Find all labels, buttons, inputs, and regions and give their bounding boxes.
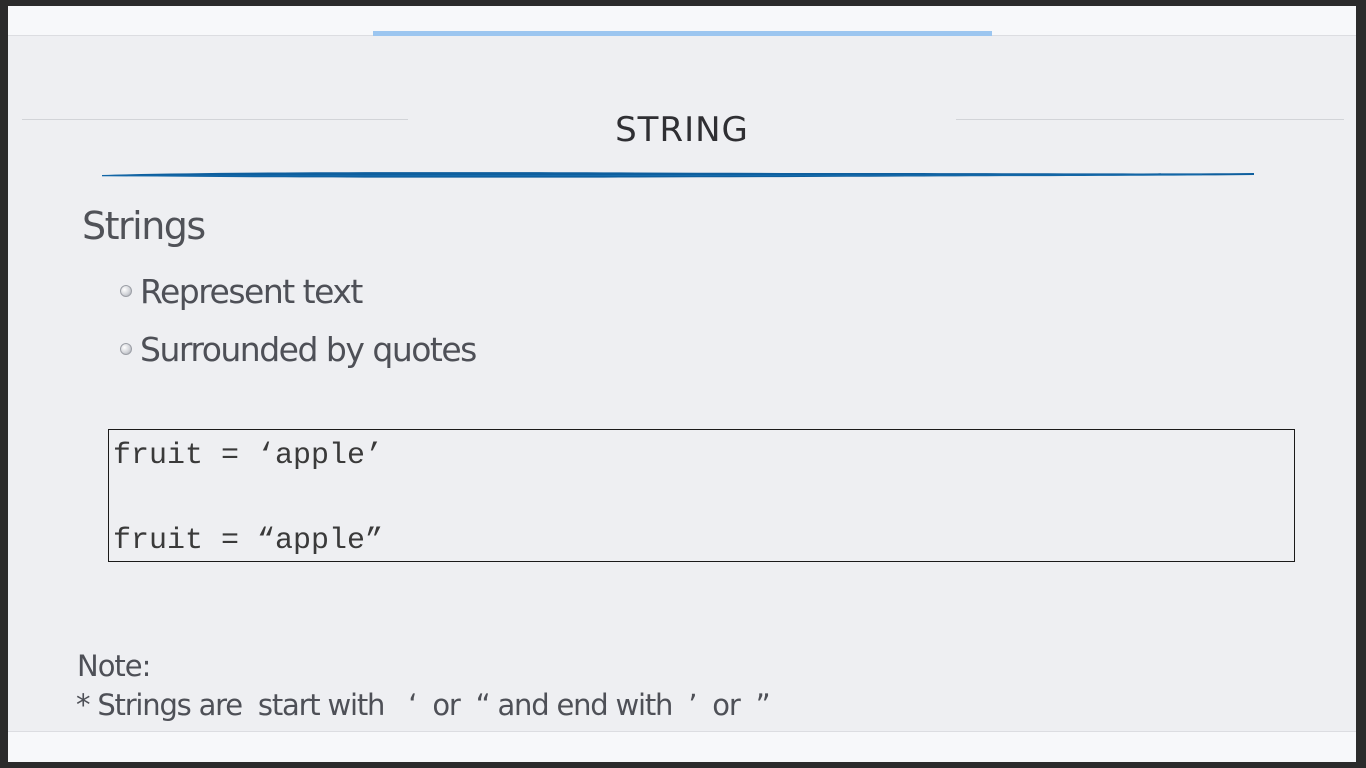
title-underline-brush-stroke — [102, 172, 1254, 178]
note-text: * Strings are start with ‘ or “ and end … — [76, 688, 771, 722]
title-rule-right — [956, 119, 1344, 120]
slide-frame: STRING Strings Represent text Surrounded… — [8, 6, 1356, 762]
code-line: fruit = “apple” — [113, 524, 384, 558]
bullet-dot-icon — [120, 285, 132, 297]
slide-progress-bar — [373, 31, 992, 36]
bottom-strip — [8, 731, 1356, 762]
code-line: fruit = ‘apple’ — [113, 439, 384, 473]
bullet-dot-icon — [120, 343, 132, 355]
note-label: Note: — [77, 649, 151, 683]
bullet-item: Surrounded by quotes — [120, 328, 477, 370]
title-rule-left — [22, 119, 408, 120]
section-heading: Strings — [82, 204, 206, 248]
slide-title: STRING — [615, 110, 749, 150]
bullet-text: Represent text — [140, 271, 363, 311]
bullet-item: Represent text — [120, 270, 363, 312]
bullet-text: Surrounded by quotes — [140, 329, 477, 369]
code-example-box: fruit = ‘apple’ fruit = “apple” — [108, 429, 1295, 562]
